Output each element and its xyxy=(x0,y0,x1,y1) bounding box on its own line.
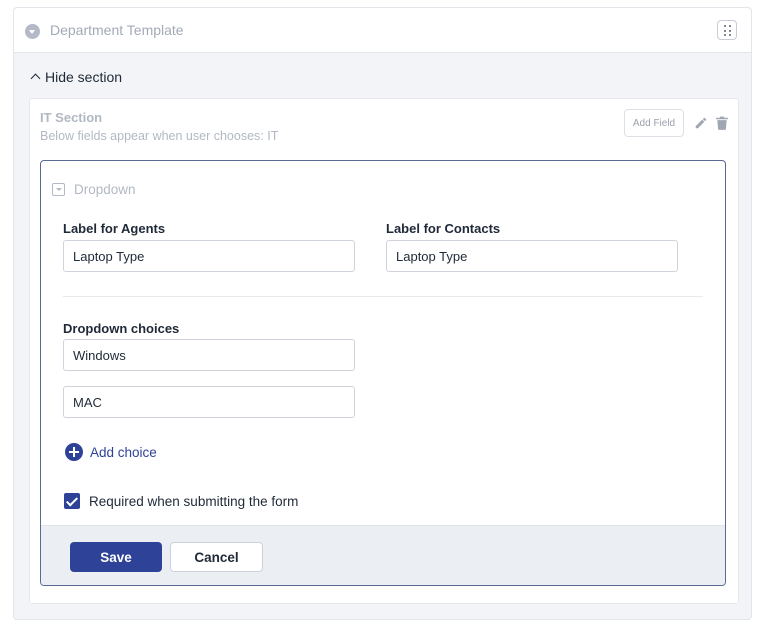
chevron-circle-icon[interactable] xyxy=(25,24,40,39)
pencil-icon[interactable] xyxy=(694,116,708,130)
required-label: Required when submitting the form xyxy=(89,493,299,509)
save-button[interactable]: Save xyxy=(70,542,162,572)
dropdown-icon xyxy=(52,183,65,196)
add-choice-button[interactable]: Add choice xyxy=(65,443,157,461)
agents-label-title: Label for Agents xyxy=(63,221,166,236)
required-row: Required when submitting the form xyxy=(64,493,298,509)
agents-label-input[interactable] xyxy=(63,240,355,272)
divider xyxy=(63,296,703,297)
drag-handle-button[interactable] xyxy=(717,20,737,40)
it-section-card: IT Section Below fields appear when user… xyxy=(29,98,739,604)
section-title: IT Section xyxy=(40,110,103,125)
hide-section-toggle[interactable]: Hide section xyxy=(30,69,123,85)
choice-input-mac[interactable] xyxy=(63,386,355,418)
trash-icon[interactable] xyxy=(716,116,728,130)
editor-footer: Save Cancel xyxy=(41,525,725,585)
grid-dots-icon xyxy=(724,25,727,28)
section-subtitle: Below fields appear when user chooses: I… xyxy=(40,129,279,143)
template-title: Department Template xyxy=(50,22,184,38)
choice-input-windows[interactable] xyxy=(63,339,355,371)
hide-section-label: Hide section xyxy=(45,69,123,85)
contacts-label-title: Label for Contacts xyxy=(386,221,501,236)
add-choice-label: Add choice xyxy=(90,444,157,460)
dropdown-choices-title: Dropdown choices xyxy=(63,321,180,336)
add-field-button[interactable]: Add Field xyxy=(624,109,684,137)
field-type-label: Dropdown xyxy=(74,182,136,197)
dropdown-field-editor: Dropdown Label for Agents Label for Cont… xyxy=(40,160,726,586)
required-checkbox[interactable] xyxy=(64,493,80,509)
template-header[interactable]: Department Template xyxy=(14,8,751,53)
chevron-up-icon xyxy=(30,73,41,84)
plus-circle-icon xyxy=(65,443,83,461)
cancel-button[interactable]: Cancel xyxy=(170,542,263,572)
department-template-panel: Department Template Hide section IT Sect… xyxy=(13,7,752,620)
contacts-label-input[interactable] xyxy=(386,240,678,272)
